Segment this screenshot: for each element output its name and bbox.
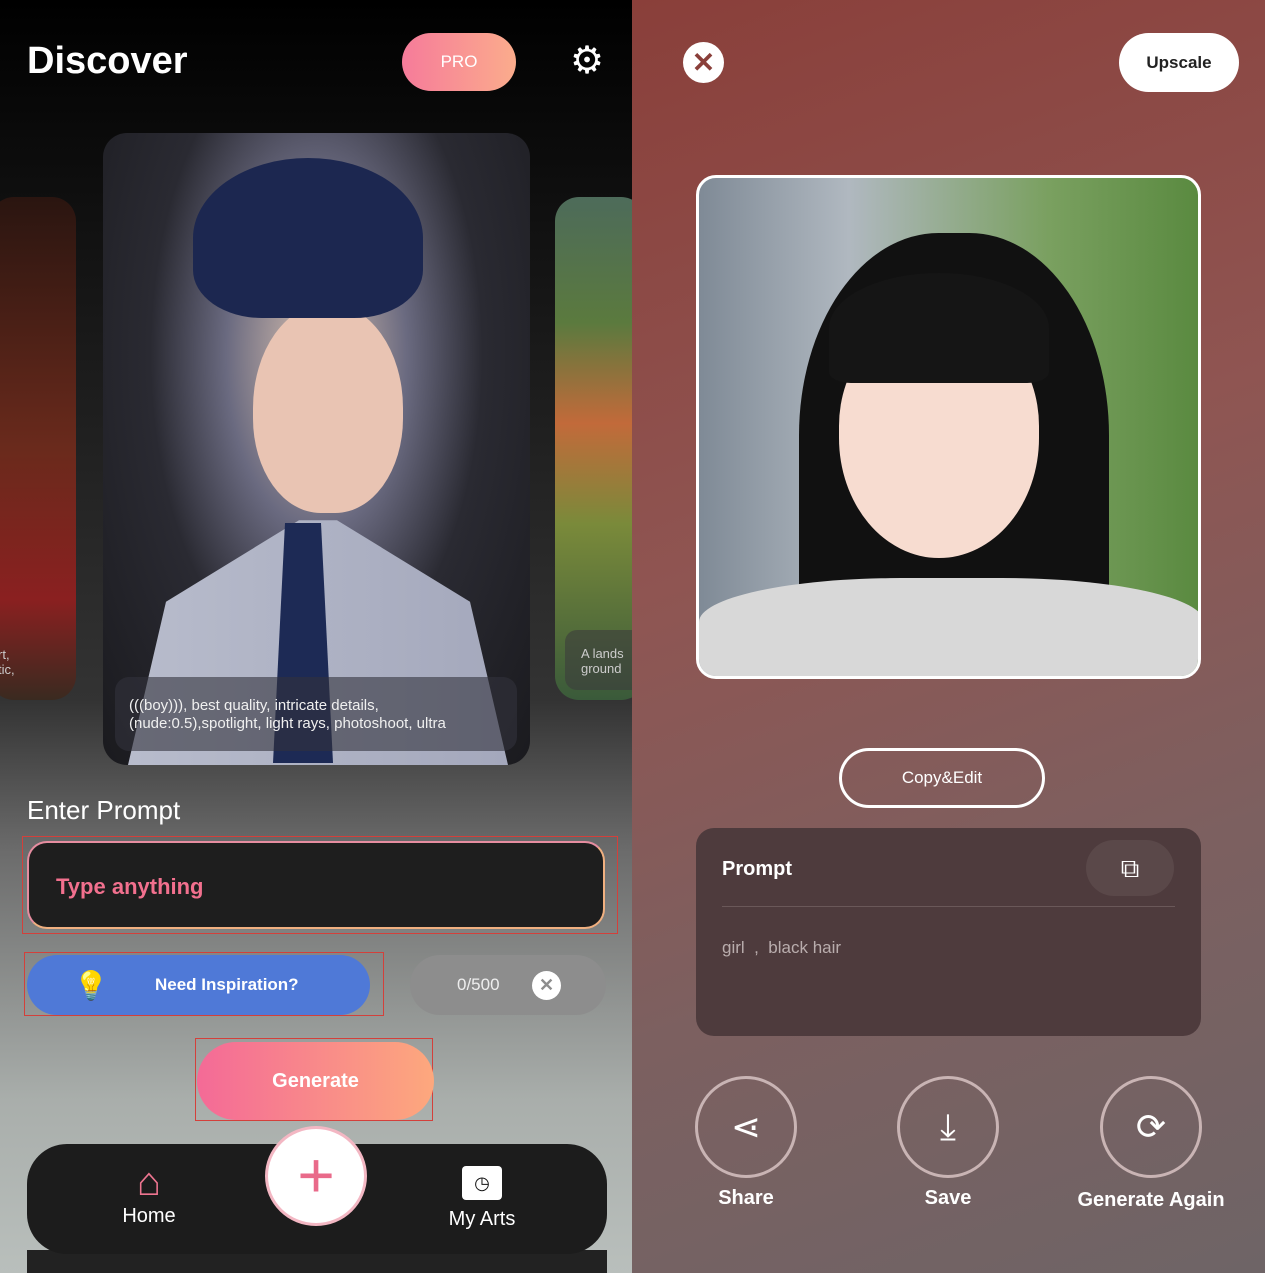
enter-prompt-label: Enter Prompt (27, 795, 181, 825)
clear-icon[interactable]: ✕ (532, 971, 561, 1000)
generated-image (696, 175, 1201, 679)
download-icon: ⤓ (940, 1106, 956, 1147)
share-label: Share (718, 1187, 774, 1209)
prompt-text: girl , black hair (722, 938, 842, 957)
home-icon: ⌂ (136, 1160, 162, 1204)
divider (722, 906, 1175, 907)
prompt-title: Prompt (722, 858, 792, 880)
nav-my-arts[interactable]: ◷ My Arts (422, 1166, 542, 1231)
char-counter: 0/500 (410, 955, 606, 1015)
plus-icon: + (297, 1139, 335, 1211)
gear-icon[interactable]: ⚙ (568, 42, 606, 80)
copy-edit-button[interactable]: Copy&Edit (839, 748, 1045, 808)
nav-home[interactable]: ⌂ Home (89, 1160, 209, 1228)
save-label: Save (924, 1187, 972, 1209)
carousel-card-next[interactable]: A lands ground (555, 197, 632, 700)
lightbulb-icon: 💡 (73, 969, 109, 1001)
upscale-button[interactable]: Upscale (1119, 33, 1239, 92)
generate-again-button[interactable]: ⟳ (1100, 1076, 1202, 1178)
carousel-card-previous[interactable]: rt, tic, (0, 197, 76, 700)
refresh-icon: ⟳ (1135, 1106, 1167, 1147)
nav-my-arts-label: My Arts (448, 1208, 516, 1230)
share-icon: ⋖ (730, 1106, 762, 1147)
nav-home-label: Home (122, 1205, 176, 1227)
folder-clock-icon: ◷ (462, 1166, 502, 1200)
save-button[interactable]: ⤓ (897, 1076, 999, 1178)
generate-button[interactable]: Generate (197, 1042, 434, 1120)
pro-button[interactable]: PRO (402, 33, 516, 91)
card-caption: (((boy))), best quality, intricate detai… (129, 697, 446, 732)
need-inspiration-button[interactable]: 💡 Need Inspiration? (27, 955, 370, 1015)
copy-icon[interactable]: ⧉ (1086, 840, 1174, 896)
inspiration-label: Need Inspiration? (155, 975, 299, 994)
page-title: Discover (27, 40, 188, 82)
card-caption: A lands ground (581, 646, 624, 676)
close-icon[interactable]: ✕ (683, 42, 724, 83)
discover-screen: Discover PRO ⚙ rt, tic, A lands ground (… (0, 0, 632, 1273)
prompt-input[interactable]: Type anything (27, 841, 605, 929)
generate-again-label: Generate Again (1077, 1189, 1225, 1211)
carousel-card-main[interactable]: (((boy))), best quality, intricate detai… (103, 133, 530, 765)
share-button[interactable]: ⋖ (695, 1076, 797, 1178)
create-plus-button[interactable]: + (265, 1126, 367, 1226)
card-caption: rt, tic, (0, 647, 15, 677)
char-count: 0/500 (457, 975, 500, 994)
prompt-panel: Prompt ⧉ girl , black hair (696, 828, 1201, 1036)
